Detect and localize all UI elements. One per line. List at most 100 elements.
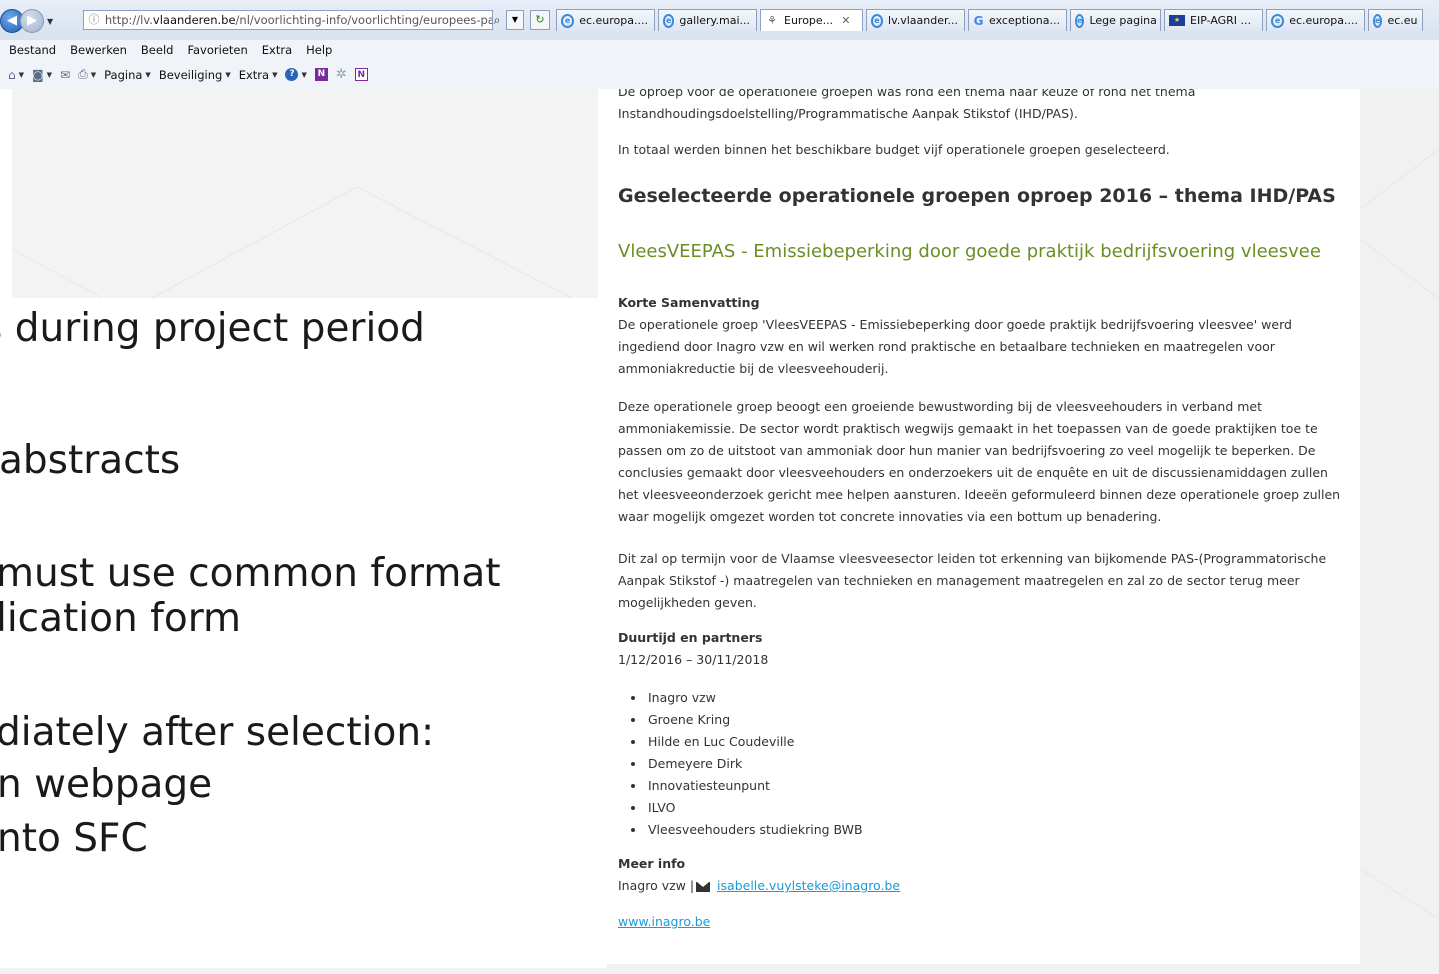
menu-bar: Bestand Bewerken Beeld Favorieten Extra … — [0, 40, 1439, 60]
ie-icon: e — [663, 13, 675, 28]
list-item: Inagro vzw — [646, 687, 863, 709]
vlaanderen-icon: ⚘ — [767, 13, 777, 27]
ie-icon: e — [1075, 13, 1085, 28]
slide-line: must use common format — [0, 551, 501, 596]
beveiliging-menu[interactable]: Beveiliging ▼ — [159, 68, 231, 82]
command-bar: ⌂ ▼ ◙ ▼ ✉ ⎙ ▼ Pagina ▼ Beveiliging ▼ Extra ▼ ?… — [0, 60, 1439, 90]
settings-button[interactable]: ✲ — [336, 67, 347, 82]
slide-line: abstracts — [0, 438, 181, 483]
website-line: www.inagro.be — [618, 911, 1346, 933]
navigation-buttons: ◀ ▶ ▼ — [0, 9, 53, 33]
print-button[interactable]: ⎙ ▼ — [78, 67, 96, 82]
menu-beeld[interactable]: Beeld — [141, 43, 174, 57]
onenote-linked-button[interactable]: N — [354, 68, 368, 81]
list-item: Vleesveehouders studiekring BWB — [646, 819, 863, 841]
eu-flag-icon: ★ — [1169, 15, 1185, 26]
list-item: Hilde en Luc Coudeville — [646, 731, 863, 753]
tab-ec-europa-2[interactable]: e ec.europa.... — [1266, 9, 1365, 31]
tab-strip: e ec.europa.... e gallery.mai... ⚘ Europe..… — [556, 9, 1426, 31]
google-icon: G — [973, 13, 984, 28]
menu-bestand[interactable]: Bestand — [9, 43, 56, 57]
chevron-down-icon: ▼ — [145, 70, 151, 79]
forward-button[interactable]: ▶ — [20, 9, 44, 33]
help-icon: ? — [285, 68, 299, 81]
project-title: VleesVEEPAS - Emissiebeperking door goed… — [618, 241, 1321, 262]
duration-value: 1/12/2016 – 30/11/2018 — [618, 652, 769, 667]
contact-line: Inagro vzw | isabelle.vuylsteke@inagro.b… — [618, 875, 1346, 897]
address-bar[interactable]: ⓘ http://lv.vlaanderen.be/nl/voorlichtin… — [83, 10, 493, 30]
gear-icon: ✲ — [335, 67, 347, 82]
search-icon[interactable]: ⌕ — [488, 10, 506, 30]
chevron-down-icon: ▼ — [18, 70, 25, 79]
ie-icon: e — [1373, 13, 1383, 28]
refresh-icon[interactable]: ↻ — [530, 10, 550, 30]
tab-ec-europa-1[interactable]: e ec.europa.... — [556, 9, 655, 31]
tab-lv-vlaanderen[interactable]: e lv.vlaander... — [866, 9, 965, 31]
mail-button[interactable]: ✉ — [60, 68, 70, 82]
slide-line: s during project period — [0, 306, 425, 351]
list-item: Demeyere Dirk — [646, 753, 863, 775]
slide-footer-strip — [0, 968, 607, 974]
feeds-button[interactable]: ◙ ▼ — [32, 68, 52, 82]
summary-paragraph-1: De operationele groep 'VleesVEEPAS - Emi… — [618, 317, 1292, 376]
close-tab-icon[interactable]: ✕ — [841, 14, 850, 27]
tab-eip-agri[interactable]: ★ EIP-AGRI ... — [1164, 9, 1263, 31]
browser-toolbar: ◀ ▶ ▼ ⓘ http://lv.vlaanderen.be/nl/voorl… — [0, 0, 1439, 41]
tab-gallery[interactable]: e gallery.mai... — [658, 9, 757, 31]
slide-bullet-text: s during project period abstracts must u… — [0, 298, 607, 968]
slide-line: diately after selection: — [0, 710, 435, 755]
extra-menu[interactable]: Extra ▼ — [239, 68, 278, 82]
pagina-menu[interactable]: Pagina ▼ — [104, 68, 151, 82]
menu-favorieten[interactable]: Favorieten — [187, 43, 247, 57]
intro-summary: In totaal werden binnen het beschikbare … — [618, 142, 1170, 157]
printer-icon: ⎙ — [78, 67, 88, 81]
onenote-icon: N — [314, 68, 328, 81]
more-info-label: Meer info — [618, 856, 686, 871]
chevron-down-icon: ▼ — [225, 70, 231, 79]
ie-icon: e — [1271, 13, 1285, 28]
rss-icon: ◙ — [32, 67, 44, 82]
menu-bewerken[interactable]: Bewerken — [70, 43, 127, 57]
ie-icon: e — [871, 13, 884, 28]
slide-decoration — [12, 186, 573, 298]
envelope-icon — [696, 881, 711, 892]
webpage-viewport[interactable]: De oproep voor de operationele groepen w… — [607, 89, 1439, 974]
chevron-down-icon: ▼ — [272, 70, 278, 79]
contact-email-link[interactable]: isabelle.vuylsteke@inagro.be — [717, 878, 900, 893]
summary-paragraph-3: Dit zal op termijn voor de Vlaamse vlees… — [618, 551, 1327, 610]
mail-icon: ✉ — [60, 67, 71, 82]
intro-paragraph: De oproep voor de operationele groepen w… — [618, 89, 1196, 121]
address-dropdown-icon[interactable]: ▼ — [506, 10, 524, 30]
home-button[interactable]: ⌂ ▼ — [8, 68, 24, 82]
menu-extra[interactable]: Extra — [262, 43, 292, 57]
page-icon: ⓘ — [88, 13, 100, 26]
onenote-button[interactable]: N — [314, 68, 328, 81]
list-item: ILVO — [646, 797, 863, 819]
slide-line: n webpage — [0, 762, 213, 807]
slide-line: nto SFC — [0, 816, 148, 861]
tab-lege-pagina[interactable]: e Lege pagina — [1070, 9, 1161, 31]
partners-list: Inagro vzw Groene Kring Hilde en Luc Cou… — [618, 687, 863, 841]
tab-ec-europa-3[interactable]: e ec.eu — [1368, 9, 1423, 31]
url-text: http://lv.vlaanderen.be/nl/voorlichting-… — [104, 13, 492, 27]
menu-help[interactable]: Help — [306, 43, 332, 57]
chevron-down-icon: ▼ — [301, 70, 307, 79]
slide-header-graphic — [12, 89, 598, 298]
help-button[interactable]: ? ▼ — [285, 68, 307, 81]
contact-organisation: Inagro vzw | — [618, 878, 695, 893]
article-content: De oproep voor de operationele groepen w… — [607, 89, 1360, 964]
summary-paragraph-2: Deze operationele groep beoogt een groei… — [618, 399, 1341, 524]
tab-exceptional[interactable]: Gexceptiona... — [968, 9, 1067, 31]
slide-line: lication form — [0, 596, 242, 641]
list-item: Groene Kring — [646, 709, 863, 731]
onenote-linked-icon: N — [354, 68, 368, 81]
list-item: Innovatiesteunpunt — [646, 775, 863, 797]
summary-label: Korte Samenvatting — [618, 295, 760, 310]
website-link[interactable]: www.inagro.be — [618, 914, 710, 929]
ie-icon: e — [561, 13, 575, 28]
duration-label: Duurtijd en partners — [618, 630, 763, 645]
history-dropdown-icon[interactable]: ▼ — [47, 17, 53, 26]
home-icon: ⌂ — [8, 67, 16, 82]
section-heading: Geselecteerde operationele groepen oproe… — [618, 185, 1336, 207]
tab-europe-active[interactable]: ⚘ Europe... ✕ — [760, 9, 863, 31]
